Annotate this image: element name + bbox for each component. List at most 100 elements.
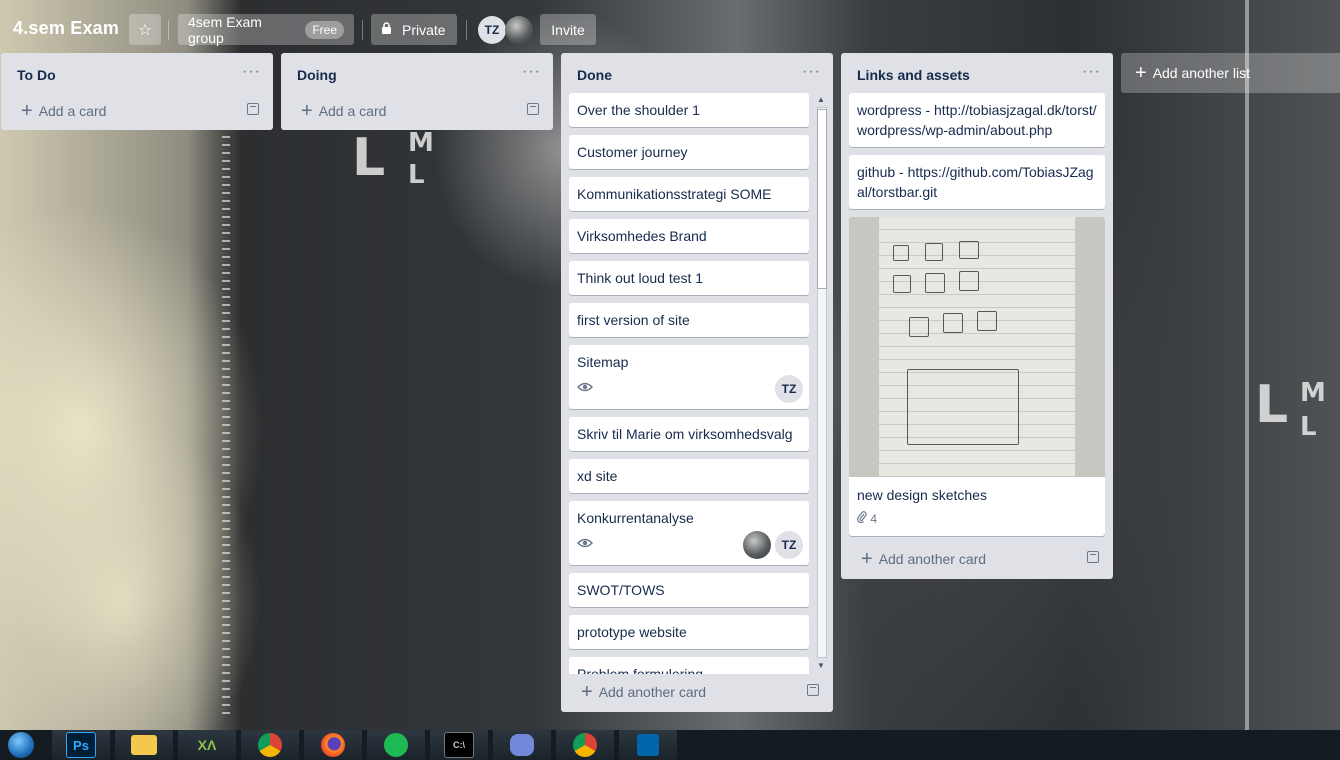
card[interactable]: Konkurrentanalyse TZ bbox=[569, 501, 809, 565]
add-card-label: Add another card bbox=[598, 684, 707, 700]
card-list: Over the shoulder 1 Customer journey Kom… bbox=[569, 93, 809, 674]
start-button[interactable] bbox=[0, 730, 42, 760]
list-menu-icon[interactable]: ··· bbox=[1082, 63, 1101, 81]
list-title[interactable]: Doing bbox=[297, 67, 337, 83]
card-members: TZ bbox=[743, 531, 803, 559]
list-title[interactable]: Done bbox=[577, 67, 612, 83]
card-list: wordpress - http://tobiasjzagal.dk/torst… bbox=[849, 93, 1105, 541]
invite-button[interactable]: Invite bbox=[540, 14, 596, 45]
card-members: TZ bbox=[775, 375, 803, 403]
card-title: Problem formulering bbox=[577, 666, 704, 674]
header-divider bbox=[362, 20, 363, 40]
file-explorer-icon bbox=[131, 735, 157, 755]
add-card-button[interactable]: + Add a card bbox=[1, 93, 273, 129]
list-scrollbar[interactable]: ▲ ▼ bbox=[815, 93, 827, 672]
cmd-icon: C:\ bbox=[444, 732, 474, 758]
card[interactable]: wordpress - http://tobiasjzagal.dk/torst… bbox=[849, 93, 1105, 147]
add-card-label: Add another card bbox=[878, 551, 987, 567]
member-avatar-photo[interactable] bbox=[743, 531, 771, 559]
list-doing: Doing ··· + Add a card bbox=[281, 53, 553, 130]
card-template-icon[interactable] bbox=[807, 684, 819, 696]
add-card-button[interactable]: + Add a card bbox=[281, 93, 553, 129]
list-title[interactable]: Links and assets bbox=[857, 67, 970, 83]
member-avatar[interactable]: TZ bbox=[775, 375, 803, 403]
card[interactable]: Customer journey bbox=[569, 135, 809, 169]
plus-icon: + bbox=[21, 100, 33, 122]
list-title[interactable]: To Do bbox=[17, 67, 56, 83]
windows-icon bbox=[8, 732, 34, 758]
plus-icon: + bbox=[301, 100, 313, 122]
card[interactable]: new design sketches 4 bbox=[849, 217, 1105, 536]
member-avatar-photo[interactable] bbox=[505, 16, 533, 44]
member-avatar[interactable]: TZ bbox=[775, 531, 803, 559]
member-avatar[interactable]: TZ bbox=[478, 16, 506, 44]
card[interactable]: Kommunikationsstrategi SOME bbox=[569, 177, 809, 211]
vscode-icon bbox=[637, 734, 659, 756]
paperclip-icon bbox=[857, 511, 870, 526]
taskbar-app-chrome-2[interactable] bbox=[556, 730, 614, 760]
scroll-down-icon[interactable]: ▼ bbox=[817, 661, 825, 670]
taskbar-app-xampp[interactable]: ΧΛ bbox=[178, 730, 236, 760]
background-decoration: L bbox=[408, 160, 425, 190]
plan-badge: Free bbox=[305, 20, 344, 39]
star-icon: ☆ bbox=[137, 21, 153, 39]
card[interactable]: github - https://github.com/TobiasJZagal… bbox=[849, 155, 1105, 209]
card[interactable]: Over the shoulder 1 bbox=[569, 93, 809, 127]
os-taskbar: Ps ΧΛ C:\ bbox=[0, 730, 1340, 760]
watch-eye-icon bbox=[576, 378, 594, 398]
card-template-icon[interactable] bbox=[1087, 551, 1099, 563]
taskbar-app-explorer[interactable] bbox=[115, 730, 173, 760]
scroll-up-icon[interactable]: ▲ bbox=[817, 95, 825, 104]
photoshop-icon: Ps bbox=[66, 732, 96, 758]
plus-icon: + bbox=[581, 681, 593, 703]
add-list-button[interactable]: + Add another list bbox=[1121, 53, 1340, 93]
background-decoration: M bbox=[408, 128, 434, 158]
card[interactable]: prototype website bbox=[569, 615, 809, 649]
card[interactable]: first version of site bbox=[569, 303, 809, 337]
taskbar-app-chrome[interactable] bbox=[241, 730, 299, 760]
list-menu-icon[interactable]: ··· bbox=[242, 63, 261, 81]
background-decoration: L bbox=[1255, 375, 1289, 435]
card[interactable]: SWOT/TOWS bbox=[569, 573, 809, 607]
chrome-icon bbox=[573, 733, 597, 757]
card[interactable]: Think out loud test 1 bbox=[569, 261, 809, 295]
taskbar-app-vscode[interactable] bbox=[619, 730, 677, 760]
list-header: Links and assets ··· bbox=[841, 53, 1113, 93]
card[interactable]: Sitemap TZ bbox=[569, 345, 809, 409]
list-done: Done ··· Over the shoulder 1 Customer jo… bbox=[561, 53, 833, 712]
watch-eye-icon bbox=[576, 534, 594, 554]
background-decoration: M bbox=[1300, 378, 1326, 408]
header-divider bbox=[168, 20, 169, 40]
card-template-icon[interactable] bbox=[247, 103, 259, 115]
list-header: To Do ··· bbox=[1, 53, 273, 93]
card-title: new design sketches bbox=[857, 487, 987, 503]
visibility-label: Private bbox=[402, 21, 446, 38]
board-title[interactable]: 4.sem Exam bbox=[13, 18, 119, 39]
list-menu-icon[interactable]: ··· bbox=[802, 63, 821, 81]
list-menu-icon[interactable]: ··· bbox=[522, 63, 541, 81]
visibility-button[interactable]: Private bbox=[371, 14, 457, 45]
card-template-icon[interactable] bbox=[527, 103, 539, 115]
team-label: 4sem Exam group bbox=[188, 13, 262, 46]
attachment-badge: 4 bbox=[857, 509, 1097, 529]
card[interactable]: Problem formulering bbox=[569, 657, 809, 674]
taskbar-app-photoshop[interactable]: Ps bbox=[52, 730, 110, 760]
taskbar-app-cmd[interactable]: C:\ bbox=[430, 730, 488, 760]
add-list-label: Add another list bbox=[1152, 65, 1250, 81]
card[interactable]: Virksomhedes Brand bbox=[569, 219, 809, 253]
taskbar-app-spotify[interactable] bbox=[367, 730, 425, 760]
card-title: Sitemap bbox=[577, 354, 629, 370]
firefox-icon bbox=[321, 733, 345, 757]
card[interactable]: xd site bbox=[569, 459, 809, 493]
add-card-button[interactable]: + Add another card bbox=[841, 541, 1113, 577]
header-divider bbox=[466, 20, 467, 40]
scrollbar-thumb[interactable] bbox=[817, 109, 827, 289]
team-button[interactable]: 4sem Exam group Free bbox=[178, 13, 354, 46]
add-card-label: Add a card bbox=[318, 103, 387, 119]
star-button[interactable]: ☆ bbox=[129, 14, 161, 45]
card[interactable]: Skriv til Marie om virksomhedsvalg bbox=[569, 417, 809, 451]
taskbar-app-firefox[interactable] bbox=[304, 730, 362, 760]
add-card-button[interactable]: + Add another card bbox=[561, 674, 833, 710]
taskbar-app-discord[interactable] bbox=[493, 730, 551, 760]
board-header: 4.sem Exam ☆ 4sem Exam group Free Privat… bbox=[0, 0, 1340, 60]
